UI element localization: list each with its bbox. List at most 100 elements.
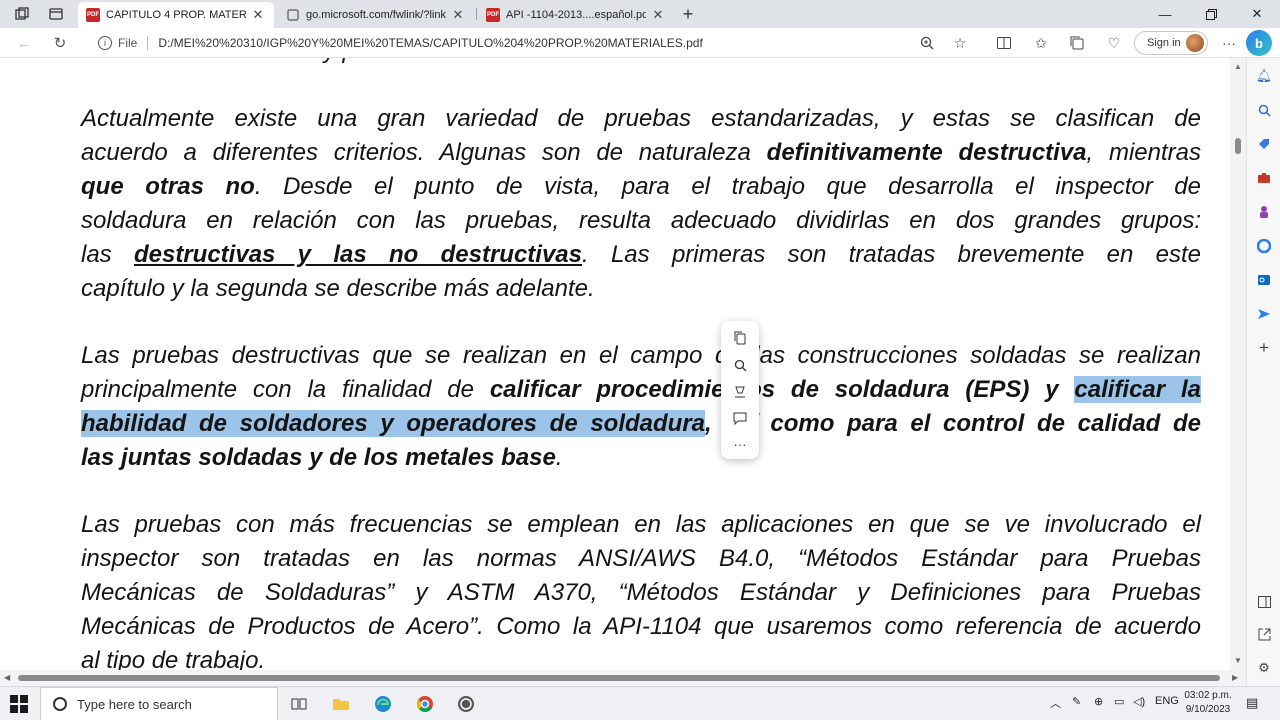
- collections-icon[interactable]: [1066, 33, 1088, 53]
- text-run: las: [81, 241, 134, 268]
- more-options-icon[interactable]: ···: [1218, 33, 1240, 53]
- text-line: principalmente con la finalidad de calif…: [81, 373, 1201, 407]
- chrome-icon[interactable]: [414, 693, 436, 715]
- new-tab-icon[interactable]: +: [678, 4, 698, 24]
- text-run: . Las primeras son tratadas brevemente e…: [582, 241, 1201, 268]
- tools-icon[interactable]: [1254, 168, 1274, 188]
- scroll-thumb[interactable]: [18, 675, 1220, 681]
- games-icon[interactable]: [1254, 202, 1274, 222]
- address-bar[interactable]: i File D:/MEI%20%20310/IGP%20Y%20MEI%20T…: [88, 31, 978, 55]
- clock[interactable]: 03:02 p.m. 9/10/2023: [1180, 689, 1236, 717]
- close-tab-icon[interactable]: ✕: [450, 7, 466, 23]
- close-tab-icon[interactable]: ✕: [250, 7, 266, 23]
- restore-icon[interactable]: [1188, 0, 1234, 28]
- language-indicator[interactable]: ENG: [1155, 695, 1179, 707]
- drop-icon[interactable]: [1254, 304, 1274, 324]
- text-run: principalmente con la finalidad de: [81, 376, 490, 403]
- selected-text[interactable]: calificar la: [1074, 376, 1201, 403]
- favorite-star-icon[interactable]: ☆: [949, 33, 971, 53]
- windows-start-icon[interactable]: [10, 695, 28, 713]
- vertical-scrollbar[interactable]: ▲ ▼: [1230, 58, 1246, 670]
- favorites-icon[interactable]: ✩: [1030, 33, 1052, 53]
- shopping-icon[interactable]: [1254, 134, 1274, 154]
- url-text[interactable]: D:/MEI%20%20310/IGP%20Y%20MEI%20TEMAS/CA…: [158, 36, 702, 50]
- refresh-icon[interactable]: ↻: [48, 32, 72, 54]
- taskbar-search-box[interactable]: Type here to search: [40, 687, 278, 720]
- sidebar-settings-icon[interactable]: ⚙︎: [1254, 658, 1274, 678]
- close-window-icon[interactable]: ✕: [1234, 0, 1280, 28]
- minimize-icon[interactable]: —: [1142, 0, 1188, 28]
- more-icon[interactable]: ···: [729, 433, 751, 455]
- scroll-up-icon[interactable]: ▲: [1234, 62, 1242, 71]
- scroll-down-icon[interactable]: ▼: [1234, 656, 1242, 665]
- windows-taskbar: Type here to search ︿ ✎ ⊕ ▭ ◁) ENG 03:02…: [0, 686, 1280, 720]
- edge-icon[interactable]: [372, 693, 394, 715]
- show-hidden-icons-icon[interactable]: ︿: [1050, 695, 1061, 711]
- sidebar-search-icon[interactable]: [1254, 100, 1274, 120]
- text-line: Las pruebas destructivas que se realizan…: [81, 342, 1201, 369]
- tab-title: go.microsoft.com/fwlink/?linkid=: [306, 9, 446, 21]
- tab-microsoft-fwlink[interactable]: go.microsoft.com/fwlink/?linkid= ✕: [278, 2, 474, 28]
- task-view-icon[interactable]: [288, 693, 310, 715]
- page-icon: [286, 8, 300, 22]
- text-line: Mecánicas de Productos de Acero”. Como l…: [81, 613, 1201, 640]
- text-line: soldadura en relación con las pruebas, r…: [81, 207, 1201, 234]
- pdf-icon: PDF: [86, 8, 100, 22]
- notifications-icon[interactable]: 🔔︎: [1254, 66, 1274, 86]
- text-run: acuerdo a diferentes criterios. Algunas …: [81, 139, 767, 166]
- text-line: capítulo y la segunda se describe más ad…: [81, 275, 595, 302]
- whatsapp-icon[interactable]: [455, 693, 477, 715]
- text-line: Actualmente existe una gran variedad de …: [81, 105, 1201, 132]
- volume-icon[interactable]: ◁): [1133, 695, 1145, 708]
- scheme-label: File: [118, 36, 138, 50]
- file-explorer-icon[interactable]: [330, 693, 352, 715]
- zoom-icon[interactable]: [916, 33, 938, 53]
- battery-icon[interactable]: ▭: [1114, 695, 1124, 708]
- selected-text[interactable]: habilidad de soldadores y operadores de …: [81, 410, 706, 437]
- tab-actions-icon[interactable]: [46, 4, 66, 24]
- microsoft-365-icon[interactable]: [1254, 236, 1274, 256]
- scroll-left-icon[interactable]: ◀: [4, 673, 10, 682]
- network-icon[interactable]: ⊕: [1094, 695, 1103, 708]
- pen-icon[interactable]: ✎: [1072, 695, 1081, 708]
- divider: [147, 36, 149, 50]
- scroll-thumb[interactable]: [1235, 138, 1241, 154]
- bing-chat-icon[interactable]: b: [1246, 30, 1272, 56]
- outlook-icon[interactable]: [1254, 270, 1274, 290]
- pdf-icon: PDF: [486, 8, 500, 22]
- split-screen-icon[interactable]: [993, 33, 1015, 53]
- tab-capitulo-4[interactable]: PDF CAPITULO 4 PROP. MATERIALES.p ✕: [78, 2, 274, 28]
- text-line: las juntas soldadas y de los metales bas…: [81, 441, 1201, 475]
- open-external-icon[interactable]: [1254, 624, 1274, 644]
- bold-underlined-run: destructivas y las no destructivas: [133, 241, 582, 268]
- close-tab-icon[interactable]: ✕: [650, 7, 666, 23]
- highlight-icon[interactable]: [729, 381, 751, 403]
- workspaces-icon[interactable]: [12, 4, 32, 24]
- horizontal-scrollbar[interactable]: ◀ ▶: [0, 670, 1246, 686]
- add-sidebar-app-icon[interactable]: +: [1254, 338, 1274, 358]
- sidebar-layout-icon[interactable]: [1254, 592, 1274, 612]
- copy-icon[interactable]: [729, 327, 751, 349]
- sign-in-button[interactable]: Sign in: [1134, 31, 1208, 55]
- search-icon[interactable]: [729, 354, 751, 376]
- clock-time: 03:02 p.m.: [1184, 690, 1232, 701]
- text-run: .: [555, 444, 563, 471]
- browser-tab-bar: PDF CAPITULO 4 PROP. MATERIALES.p ✕ go.m…: [0, 0, 1280, 28]
- bold-run: definitivamente destructiva: [766, 139, 1087, 166]
- text-line: inspector son tratadas en las normas ANS…: [81, 545, 1201, 572]
- text-line: Las pruebas con más frecuencias se emple…: [81, 511, 1201, 538]
- comment-icon[interactable]: [729, 407, 751, 429]
- tab-api-1104[interactable]: PDF API -1104-2013....español.pdf ✕: [478, 2, 674, 28]
- back-icon[interactable]: ←: [12, 32, 36, 54]
- search-icon: [53, 697, 67, 711]
- address-bar-row: ← ↻ i File D:/MEI%20%20310/IGP%20Y%20MEI…: [0, 28, 1280, 58]
- browser-essentials-icon[interactable]: ♡: [1103, 33, 1125, 53]
- notification-center-icon[interactable]: ▤: [1246, 695, 1258, 711]
- avatar: [1186, 34, 1204, 52]
- pdf-viewer[interactable]: inclusiones de escoria y porosidades. Ac…: [0, 58, 1246, 686]
- bold-run: , así como para el control de calidad de: [705, 410, 1201, 437]
- info-icon[interactable]: i: [98, 36, 112, 50]
- text-line: habilidad de soldadores y operadores de …: [81, 407, 1201, 441]
- clock-date: 9/10/2023: [1185, 704, 1231, 715]
- scroll-right-icon[interactable]: ▶: [1232, 673, 1238, 682]
